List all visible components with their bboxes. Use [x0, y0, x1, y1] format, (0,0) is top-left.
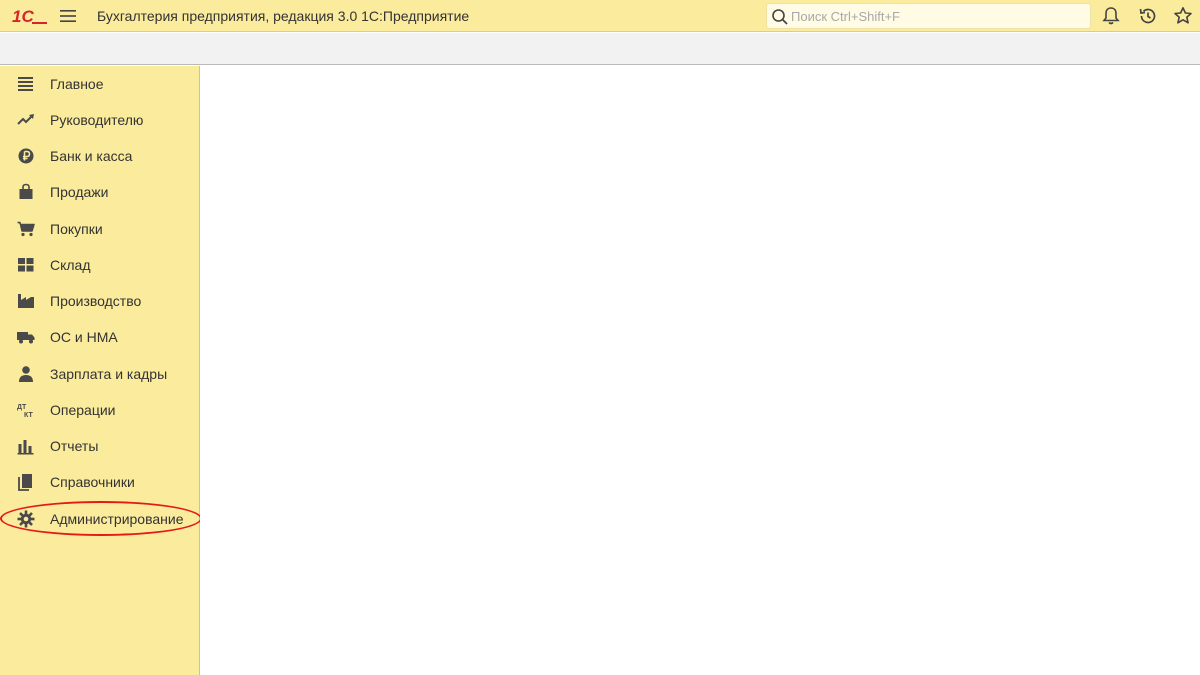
sidebar-item-label: Операции: [50, 402, 116, 418]
sidebar-item-label: Главное: [50, 76, 104, 92]
sidebar-item-fixed-assets[interactable]: ОС и НМА: [0, 321, 199, 353]
sidebar-item-purchases[interactable]: Покупки: [0, 213, 199, 245]
factory-icon: [18, 294, 34, 308]
main-content-area: [200, 66, 1200, 675]
person-icon: [19, 366, 33, 382]
warehouse-icon: [18, 258, 34, 272]
sidebar-item-production[interactable]: Производство: [0, 285, 199, 317]
sidebar-item-label: Руководителю: [50, 112, 144, 128]
sidebar-item-payroll[interactable]: Зарплата и кадры: [0, 358, 199, 390]
sidebar-item-main[interactable]: Главное: [0, 68, 199, 100]
sidebar-item-label: Администрирование: [50, 511, 184, 527]
books-icon: [18, 474, 32, 491]
history-icon[interactable]: [1136, 4, 1160, 28]
bar-chart-icon: [17, 440, 34, 455]
trend-up-icon: [17, 114, 34, 125]
svg-text:КТ: КТ: [24, 412, 33, 419]
shopping-bag-icon: [19, 183, 33, 199]
sidebar-item-label: Покупки: [50, 221, 103, 237]
search-icon: [772, 9, 788, 25]
sidebar-item-reports[interactable]: Отчеты: [0, 430, 199, 462]
sidebar-item-directories[interactable]: Справочники: [0, 466, 199, 498]
bell-icon[interactable]: [1099, 4, 1123, 28]
sidebar-item-label: Банк и касса: [50, 148, 133, 164]
gear-icon: [17, 510, 35, 528]
hamburger-menu-icon[interactable]: [56, 4, 80, 28]
sidebar-item-label: Производство: [50, 293, 142, 309]
svg-text:1С: 1С: [12, 7, 34, 26]
star-icon[interactable]: [1171, 4, 1195, 28]
dt-kt-icon: ДТ КТ: [17, 404, 33, 419]
sidebar-item-label: Продажи: [50, 184, 109, 200]
cart-icon: [17, 221, 35, 237]
sidebar-item-warehouse[interactable]: Склад: [0, 249, 199, 281]
1c-logo-icon: 1С: [12, 7, 47, 26]
sidebar-item-operations[interactable]: ДТ КТ Операции: [0, 394, 199, 426]
truck-icon: [17, 332, 35, 344]
search-input[interactable]: [791, 7, 1086, 26]
sidebar-item-bank[interactable]: Банк и касса: [0, 140, 199, 172]
sidebar-item-label: Зарплата и кадры: [50, 366, 168, 382]
sidebar-item-label: Отчеты: [50, 438, 99, 454]
sidebar-item-label: ОС и НМА: [50, 329, 118, 345]
command-toolbar: [0, 33, 1200, 65]
app-title: Бухгалтерия предприятия, редакция 3.0 1С…: [97, 8, 470, 24]
sidebar-item-manager[interactable]: Руководителю: [0, 104, 199, 136]
title-bar: 1С Бухгалтерия предприятия, редакция 3.0…: [0, 0, 1200, 32]
sections-sidebar: Главное Руководителю Банк и касса Продаж…: [0, 66, 200, 675]
ruble-icon: [18, 148, 34, 164]
sidebar-item-administration[interactable]: Администрирование: [0, 503, 199, 535]
sidebar-item-sales[interactable]: Продажи: [0, 176, 199, 208]
global-search[interactable]: [766, 3, 1091, 29]
sidebar-item-label: Справочники: [50, 474, 135, 490]
list-icon: [18, 77, 33, 91]
sidebar-item-label: Склад: [50, 257, 91, 273]
svg-text:ДТ: ДТ: [17, 404, 27, 411]
